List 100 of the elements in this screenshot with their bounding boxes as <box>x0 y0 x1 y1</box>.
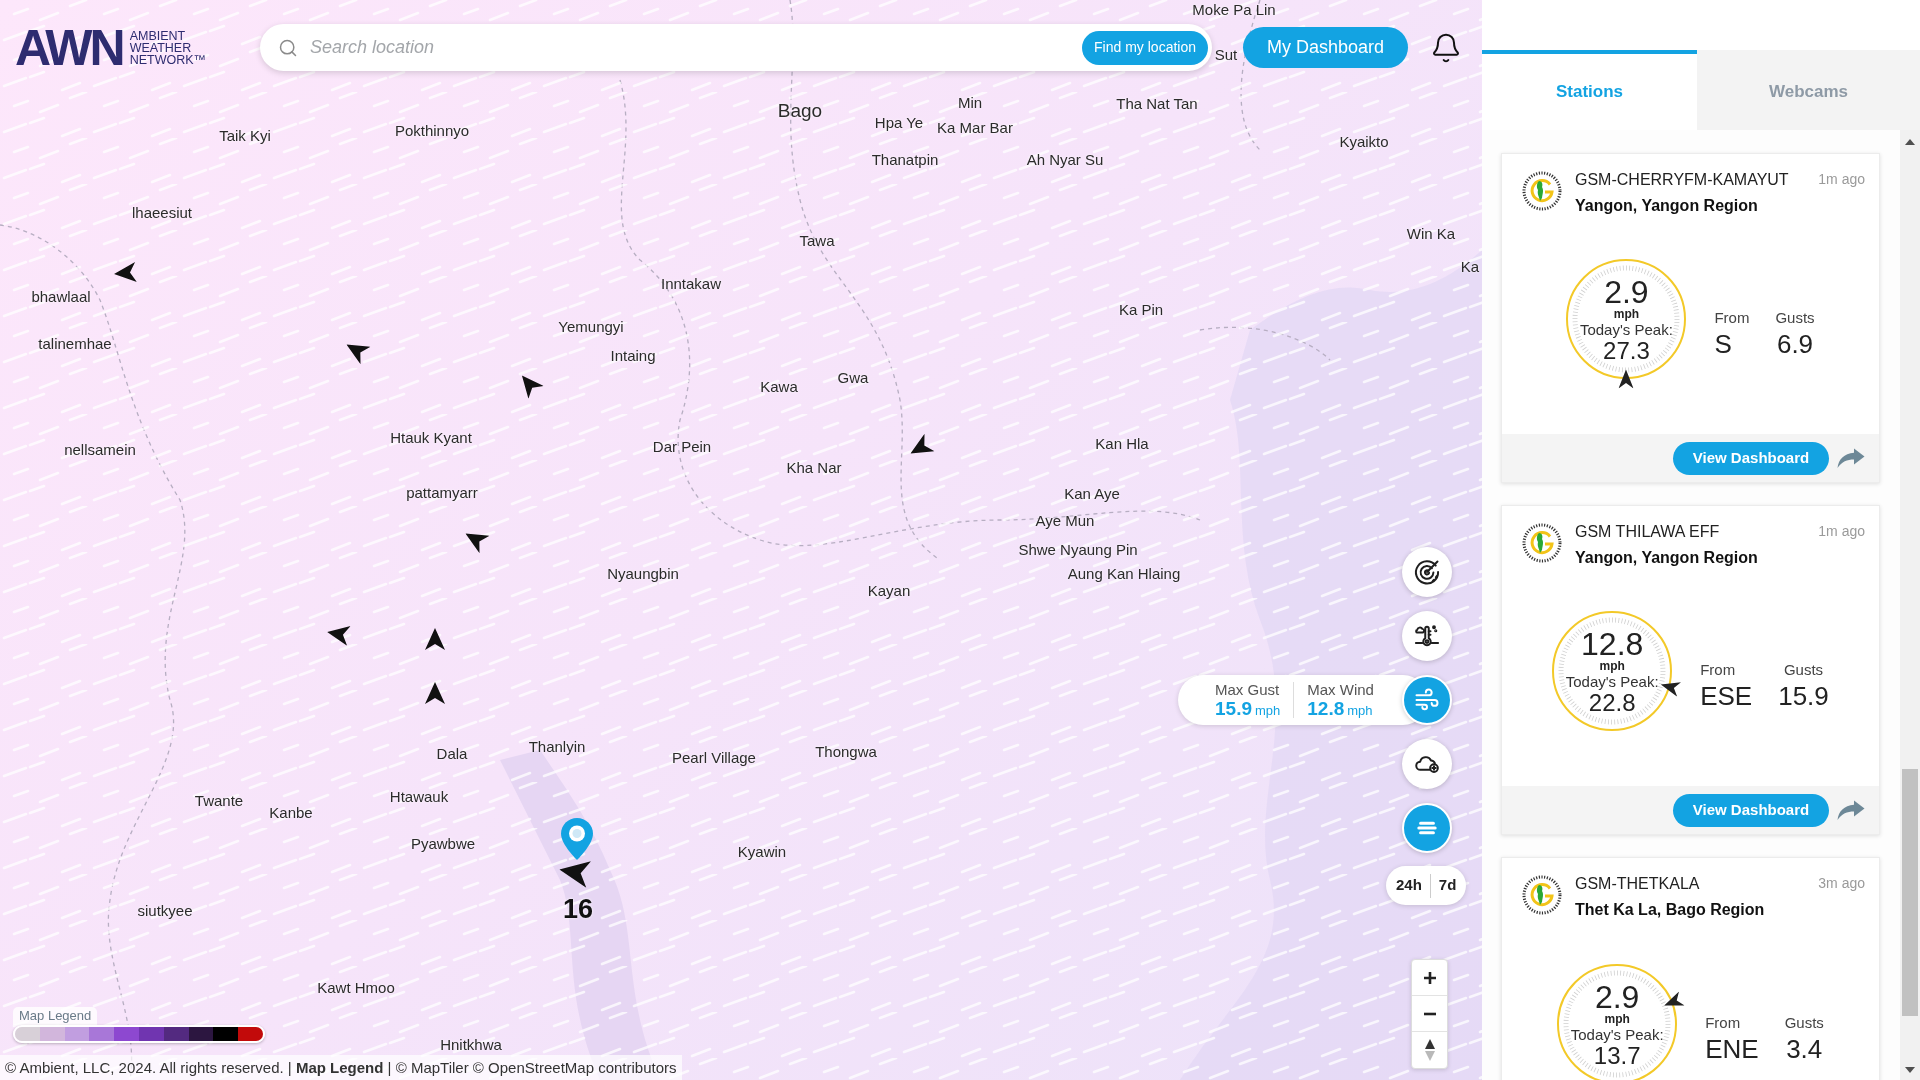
place-label: Shwe Nyaung Pin <box>1018 541 1138 557</box>
share-arrow-icon[interactable] <box>1837 799 1865 821</box>
scroll-down-icon[interactable] <box>1905 1067 1915 1073</box>
wind-speed-unit: mph <box>1604 1013 1630 1026</box>
place-label: Htawauk <box>389 788 449 804</box>
wind-speed-unit: mph <box>1599 660 1625 674</box>
place-label: Pyawbwe <box>410 835 476 851</box>
wind-arrow-icon <box>425 682 445 704</box>
bell-icon[interactable] <box>1430 31 1462 64</box>
place-label: Tha Nat Tan <box>1116 95 1198 111</box>
wind-from-value: ESE <box>1700 682 1753 711</box>
place-label: Ka <box>1460 258 1480 274</box>
wind-speed-unit: mph <box>1613 308 1640 322</box>
place-label: Ka Mar Bar <box>937 119 1013 135</box>
place-label: lhaeesiut <box>132 204 192 220</box>
place-label: talinemhae <box>38 335 112 351</box>
place-label: Hnitkhwa <box>440 1036 502 1052</box>
view-dashboard-button[interactable]: View Dashboard <box>1673 441 1829 475</box>
place-label: Pearl Village <box>672 749 756 765</box>
wind-stat-unit: mph <box>1347 702 1373 719</box>
logo-tagline: AMBIENT WEATHER NETWORK™ <box>129 29 207 66</box>
place-label: Thongwa <box>815 743 877 759</box>
place-label: Dala <box>436 745 468 761</box>
place-label: Kan Aye <box>1064 485 1120 501</box>
peak-label: Today's Peak: <box>1570 1026 1664 1043</box>
time-range-option[interactable]: 24h <box>1396 874 1422 897</box>
scrollbar-thumb[interactable] <box>1902 769 1918 1016</box>
place-label: Ah Nyar Su <box>1026 151 1104 167</box>
find-location-button[interactable]: Find my location <box>1082 30 1208 65</box>
wind-speed-value: 2.9 <box>1604 276 1649 309</box>
wind-from-label: From <box>1700 661 1736 679</box>
station-name: GSM THILAWA EFF <box>1575 522 1721 542</box>
place-label: bhawlaal <box>31 288 91 304</box>
place-label: Inntakaw <box>661 275 721 291</box>
station-location: Yangon, Yangon Region <box>1575 196 1759 216</box>
wind-stat-value: 12.8 <box>1307 697 1345 720</box>
place-label: Ka Pin <box>1118 301 1164 317</box>
wind-from-value: ENE <box>1705 1035 1759 1063</box>
place-label: Intaing <box>610 347 656 363</box>
place-label: Twante <box>194 792 244 808</box>
place-label: Pokthinnyo <box>394 122 470 138</box>
place-label: Dar Pein <box>652 438 712 454</box>
wind-stat-label: Max Gust <box>1215 680 1281 698</box>
search-field[interactable]: Search location Find my location <box>260 24 1212 71</box>
place-label: Thanatpin <box>871 151 939 167</box>
logo-mark: AWN <box>15 22 123 73</box>
place-label: Kha Nar <box>786 459 842 475</box>
gusts-label: Gusts <box>1783 661 1824 679</box>
panel-tab[interactable]: Webcams <box>1697 50 1920 130</box>
gusts-value: 3.4 <box>1786 1035 1823 1063</box>
place-label: Thanlyin <box>528 738 586 754</box>
wind-direction-arrow-icon <box>1618 369 1634 389</box>
my-dashboard-button[interactable]: My Dashboard <box>1243 27 1408 68</box>
peak-label: Today's Peak: <box>1565 673 1659 691</box>
gusts-value: 15.9 <box>1778 682 1829 711</box>
place-label: Htauk Kyant <box>390 429 472 445</box>
place-label: Hpa Ye <box>874 114 924 130</box>
wind-arrow-icon <box>113 262 137 284</box>
place-label: Aye Mun <box>1035 512 1095 528</box>
scroll-up-icon[interactable] <box>1905 139 1915 145</box>
place-label: Yemungyi <box>558 318 624 334</box>
place-label: nellsamein <box>64 441 136 457</box>
plus-icon <box>1422 970 1437 985</box>
place-label: Kan Hla <box>1095 435 1149 451</box>
updated-time: 1m ago <box>1818 170 1865 188</box>
station-name: GSM-THETKALA <box>1575 874 1701 894</box>
place-label: Tawa <box>799 232 835 248</box>
place-label: Gwa <box>837 369 869 385</box>
place-label: Nyaungbin <box>607 565 679 581</box>
peak-value: 27.3 <box>1603 338 1650 364</box>
minus-icon <box>1422 1011 1437 1016</box>
attribution-text: © Ambient, LLC, 2024. All rights reserved. | Map Legend | © MapTiler © OpenStreetMap contributors <box>5 1058 677 1077</box>
station-logo-icon <box>1521 170 1563 212</box>
place-label: pattamyarr <box>406 484 478 500</box>
station-location: Thet Ka La, Bago Region <box>1575 900 1766 920</box>
place-label: Aung Kan Hlaing <box>1067 565 1181 581</box>
station-logo-icon <box>1521 874 1563 916</box>
place-label: Kayan <box>867 582 911 598</box>
wind-stat-label: Max Wind <box>1307 680 1374 698</box>
wind-from-label: From <box>1705 1014 1741 1031</box>
time-range-option[interactable]: 7d <box>1438 874 1457 897</box>
radar-icon <box>1413 558 1441 586</box>
peak-value: 13.7 <box>1593 1043 1641 1068</box>
place-label: Bago <box>777 100 823 120</box>
place-label: Taik Kyi <box>219 127 271 143</box>
place-label: Kanbe <box>269 804 313 820</box>
gusts-label: Gusts <box>1775 309 1815 327</box>
place-label: Win Ka <box>1406 225 1456 241</box>
station-logo-icon <box>1521 522 1563 564</box>
place-label: Kawt Hmoo <box>317 979 395 995</box>
wind-from-label: From <box>1714 309 1750 327</box>
place-label: Moke Pa Lin <box>1192 1 1276 17</box>
share-arrow-icon[interactable] <box>1837 447 1865 469</box>
peak-label: Today's Peak: <box>1579 321 1673 339</box>
location-pin-icon[interactable] <box>561 818 593 860</box>
updated-time: 1m ago <box>1818 522 1865 540</box>
place-label: siutkyee <box>137 902 193 918</box>
updated-time: 3m ago <box>1818 874 1865 892</box>
view-dashboard-button[interactable]: View Dashboard <box>1673 793 1829 827</box>
place-label: Sut <box>1214 46 1238 62</box>
